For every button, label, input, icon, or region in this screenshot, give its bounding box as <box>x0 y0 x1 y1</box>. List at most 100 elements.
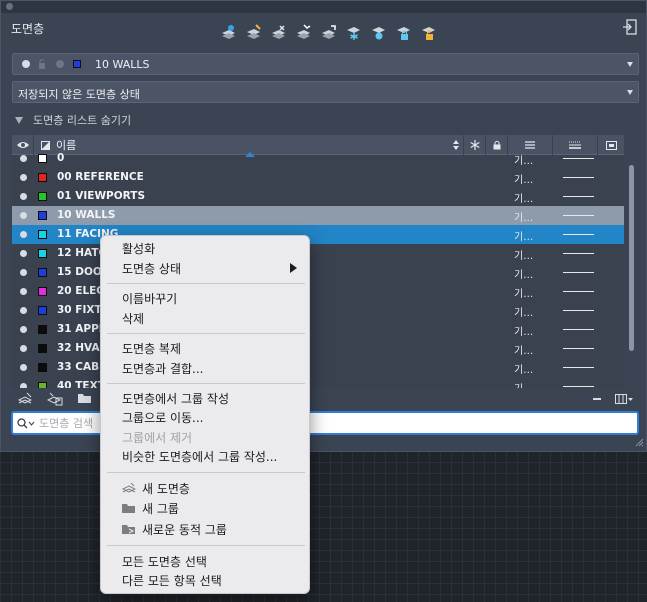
new-layer-icon[interactable] <box>18 392 32 406</box>
layer-color-swatch[interactable] <box>38 211 47 220</box>
layer-linetype[interactable]: 기… <box>514 285 533 300</box>
layer-lineweight[interactable] <box>563 310 594 311</box>
layer-lineweight[interactable] <box>563 196 594 197</box>
unlock-button[interactable] <box>419 23 438 41</box>
submenu-arrow-icon <box>290 263 297 273</box>
layer-linetype[interactable]: 기… <box>514 247 533 262</box>
columns-menu-icon[interactable] <box>615 394 633 404</box>
vertical-scrollbar-thumb[interactable] <box>629 165 634 351</box>
visibility-dot-icon[interactable] <box>20 250 27 257</box>
layer-lineweight[interactable] <box>563 348 594 349</box>
visibility-dot-icon[interactable] <box>20 269 27 276</box>
table-row[interactable]: 10 WALLS 기… <box>12 206 624 225</box>
layer-lineweight[interactable] <box>563 215 594 216</box>
set-current-button[interactable] <box>294 23 313 41</box>
layer-lineweight[interactable] <box>563 329 594 330</box>
table-row[interactable]: 0 기… <box>12 149 624 168</box>
lock-button[interactable] <box>394 23 413 41</box>
layer-color-swatch[interactable] <box>38 363 47 372</box>
current-layer-dropdown[interactable]: 10 WALLS <box>12 53 639 75</box>
search-icon <box>17 418 35 429</box>
layer-color-swatch[interactable] <box>38 287 47 296</box>
layer-linetype[interactable]: 기… <box>514 323 533 338</box>
new-layer-group-icon[interactable] <box>47 392 63 406</box>
menu-item-merge-layers[interactable]: 도면층과 결합... <box>122 360 204 377</box>
new-layer-button[interactable] <box>219 23 238 41</box>
menu-item-rename[interactable]: 이름바꾸기 <box>122 290 177 307</box>
layer-lineweight[interactable] <box>563 234 594 235</box>
visibility-dot-icon[interactable] <box>20 155 27 162</box>
menu-item-new-group[interactable]: 새 그룹 <box>122 500 179 517</box>
delete-layer-icon <box>272 24 285 39</box>
layer-linetype[interactable]: 기… <box>514 152 533 167</box>
menu-item-select-all-others[interactable]: 다른 모든 항목 선택 <box>122 572 222 589</box>
layer-lineweight[interactable] <box>563 272 594 273</box>
layer-linetype[interactable]: 기… <box>514 190 533 205</box>
layer-off-button[interactable] <box>369 23 388 41</box>
layer-color-swatch[interactable] <box>38 249 47 258</box>
layers-palette: 도면층 10 WALLS 저장되지 않은 도면층 상태 도면층 리스트 숨기기 … <box>0 0 647 452</box>
delete-layer-button[interactable] <box>269 23 288 41</box>
visibility-dot-icon[interactable] <box>20 345 27 352</box>
layer-linetype[interactable]: 기… <box>514 304 533 319</box>
layer-lineweight[interactable] <box>563 291 594 292</box>
layer-lineweight[interactable] <box>563 158 594 159</box>
close-dot-icon[interactable] <box>6 3 13 10</box>
layer-linetype[interactable]: 기… <box>514 266 533 281</box>
layer-name: 10 WALLS <box>57 209 116 221</box>
palette-titlebar[interactable] <box>1 1 646 13</box>
layer-color-swatch[interactable] <box>38 325 47 334</box>
new-layer-vp-frozen-button[interactable] <box>244 23 263 41</box>
visibility-dot-icon[interactable] <box>20 231 27 238</box>
layer-lineweight[interactable] <box>563 253 594 254</box>
menu-item-activate[interactable]: 활성화 <box>122 240 155 257</box>
new-layer-icon <box>122 482 136 493</box>
layer-linetype[interactable]: 기… <box>514 209 533 224</box>
menu-separator <box>107 283 305 284</box>
visibility-dot-icon[interactable] <box>20 174 27 181</box>
layer-color-swatch[interactable] <box>38 344 47 353</box>
menu-item-move-to-group[interactable]: 그룹으로 이동... <box>122 409 204 426</box>
layer-color-swatch[interactable] <box>38 154 47 163</box>
layer-linetype[interactable]: 기… <box>514 342 533 357</box>
visibility-dot-icon[interactable] <box>20 193 27 200</box>
menu-item-remove-from-group: 그룹에서 제거 <box>122 431 193 445</box>
layer-name: 0 <box>57 152 65 164</box>
layer-color-swatch[interactable] <box>38 268 47 277</box>
layer-state-dropdown[interactable]: 저장되지 않은 도면층 상태 <box>12 81 639 103</box>
menu-item-new-dynamic-group[interactable]: 새로운 동적 그룹 <box>122 521 227 538</box>
resize-grip-icon[interactable] <box>634 437 644 447</box>
menu-item-delete[interactable]: 삭제 <box>122 310 144 327</box>
palette-title: 도면층 <box>11 22 45 36</box>
table-row[interactable]: 00 REFERENCE 기… <box>12 168 624 187</box>
menu-item-new-layer[interactable]: 새 도면층 <box>122 480 190 497</box>
visibility-dot-icon[interactable] <box>20 326 27 333</box>
visibility-dot-icon[interactable] <box>20 288 27 295</box>
visibility-dot-icon[interactable] <box>20 307 27 314</box>
layer-color-swatch[interactable] <box>38 192 47 201</box>
menu-item-create-group-from-similar[interactable]: 비슷한 도면층에서 그룹 작성... <box>122 448 277 465</box>
layer-lineweight[interactable] <box>563 367 594 368</box>
dock-icon[interactable] <box>623 19 637 35</box>
menu-item-select-all-layers[interactable]: 모든 도면층 선택 <box>122 553 207 570</box>
layer-color-swatch[interactable] <box>38 230 47 239</box>
menu-separator <box>107 383 305 384</box>
list-toggle[interactable]: 도면층 리스트 숨기기 <box>15 112 131 128</box>
visibility-dot-icon[interactable] <box>20 212 27 219</box>
layer-walk-button[interactable] <box>319 23 338 41</box>
menu-item-create-group-from-layers[interactable]: 도면층에서 그룹 작성 <box>122 390 229 407</box>
freeze-button[interactable] <box>344 23 363 41</box>
table-row[interactable]: 01 VIEWPORTS 기… <box>12 187 624 206</box>
layer-linetype[interactable]: 기… <box>514 228 533 243</box>
layer-linetype[interactable]: 기… <box>514 361 533 376</box>
layer-lineweight[interactable] <box>563 177 594 178</box>
visibility-dot-icon[interactable] <box>20 364 27 371</box>
layer-linetype[interactable]: 기… <box>514 171 533 186</box>
minus-icon[interactable] <box>593 398 601 400</box>
menu-item-layer-state[interactable]: 도면층 상태 <box>122 260 181 277</box>
folder-icon[interactable] <box>78 393 92 404</box>
layer-color-swatch[interactable] <box>38 173 47 182</box>
layer-color-swatch[interactable] <box>38 306 47 315</box>
menu-item-duplicate-layer[interactable]: 도면층 복제 <box>122 340 181 357</box>
layer-toolbar <box>219 23 438 41</box>
